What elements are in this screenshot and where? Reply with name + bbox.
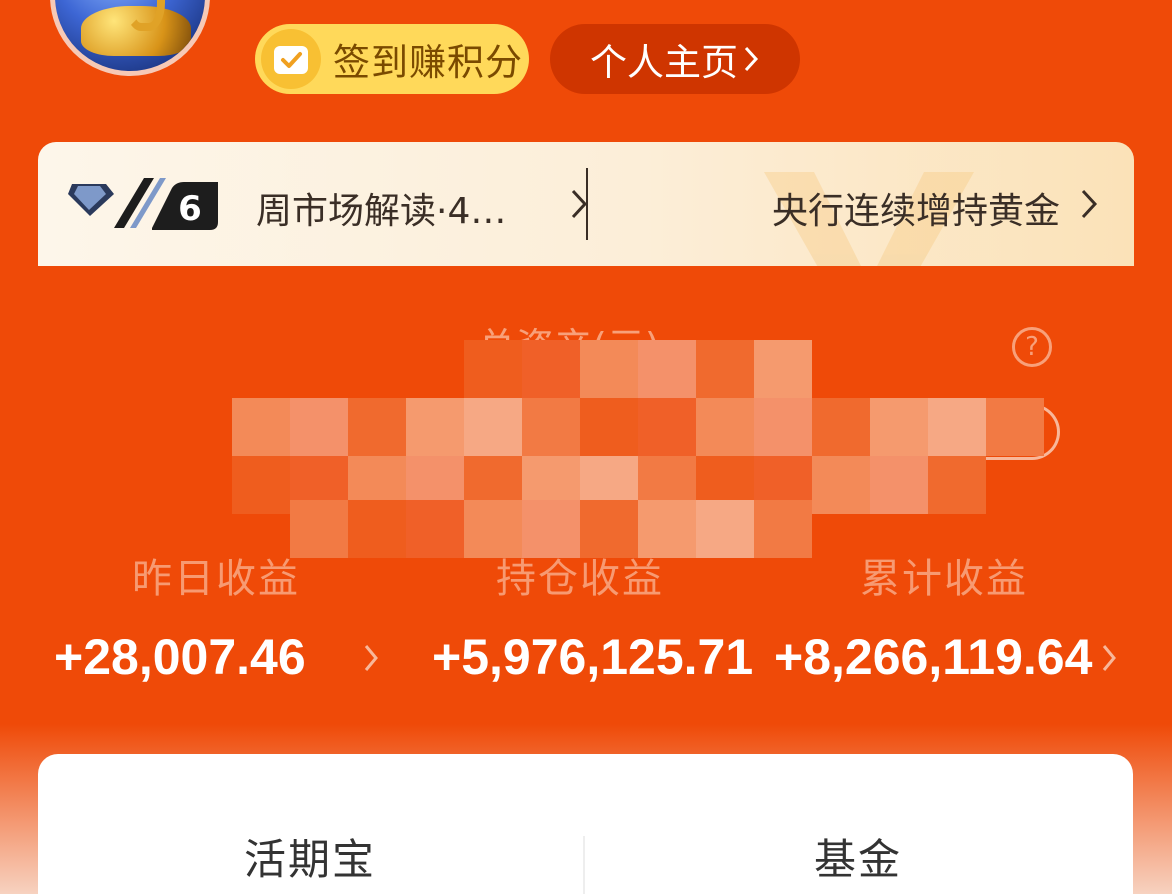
chevron-right-icon [1100, 642, 1118, 678]
weekly-market-link[interactable]: 周市场解读·4… [256, 182, 506, 234]
stat-label-cumulative: 累计收益 [860, 556, 1028, 602]
mosaic-cell [348, 500, 406, 558]
mosaic-cell [870, 456, 928, 514]
mosaic-cell [696, 340, 754, 398]
mosaic-cell [928, 398, 986, 456]
info-strip: 6 周市场解读·4… 央行连续增持黄金 [38, 142, 1134, 266]
mosaic-cell [522, 340, 580, 398]
mosaic-cell [464, 398, 522, 456]
chevron-right-icon [1078, 186, 1100, 226]
tab-huoqibao[interactable]: 活期宝 [244, 826, 376, 887]
mosaic-cell [348, 398, 406, 456]
mosaic-cell [638, 398, 696, 456]
mosaic-cell [406, 500, 464, 558]
mosaic-cell [464, 340, 522, 398]
mosaic-cell [754, 500, 812, 558]
mosaic-cell [290, 398, 348, 456]
mosaic-cell [870, 398, 928, 456]
mosaic-cell [638, 340, 696, 398]
central-bank-gold-link[interactable]: 央行连续增持黄金 [772, 182, 1060, 234]
diamond-level-badge-icon: 6 [68, 178, 218, 230]
stat-value-cumulative[interactable]: +8,266,119.64 [774, 628, 1092, 686]
mosaic-cell [696, 500, 754, 558]
chevron-right-icon [742, 44, 760, 74]
tab-fund[interactable]: 基金 [814, 826, 902, 887]
mosaic-cell [754, 398, 812, 456]
signin-label: 签到赚积分 [333, 41, 523, 84]
mosaic-cell [580, 398, 638, 456]
profile-homepage-button[interactable]: 个人主页 [550, 24, 800, 94]
mosaic-cell [812, 456, 870, 514]
redacted-total-assets-value [232, 300, 1062, 558]
svg-text:6: 6 [178, 189, 202, 229]
stat-value-yesterday[interactable]: +28,007.46 [54, 628, 306, 686]
chevron-right-icon [362, 642, 380, 678]
mosaic-cell [986, 398, 1044, 456]
mosaic-cell [406, 398, 464, 456]
mosaic-cell [232, 398, 290, 456]
calendar-check-icon [261, 29, 321, 89]
mosaic-cell [522, 398, 580, 456]
mosaic-cell [928, 456, 986, 514]
stat-value-holding[interactable]: +5,976,125.71 [432, 628, 753, 686]
mosaic-cell [580, 340, 638, 398]
mosaic-cell [812, 398, 870, 456]
stat-label-holding: 持仓收益 [496, 556, 664, 602]
mosaic-cell [754, 340, 812, 398]
profile-label: 个人主页 [590, 41, 738, 84]
mosaic-cell [696, 398, 754, 456]
stat-label-yesterday: 昨日收益 [132, 556, 300, 602]
signin-earn-points-button[interactable]: 签到赚积分 [255, 24, 529, 94]
strip-divider [586, 168, 588, 240]
product-card: 活期宝 基金 [38, 754, 1133, 894]
avatar[interactable] [50, 0, 210, 76]
mosaic-cell [232, 456, 290, 514]
card-divider [583, 836, 585, 894]
